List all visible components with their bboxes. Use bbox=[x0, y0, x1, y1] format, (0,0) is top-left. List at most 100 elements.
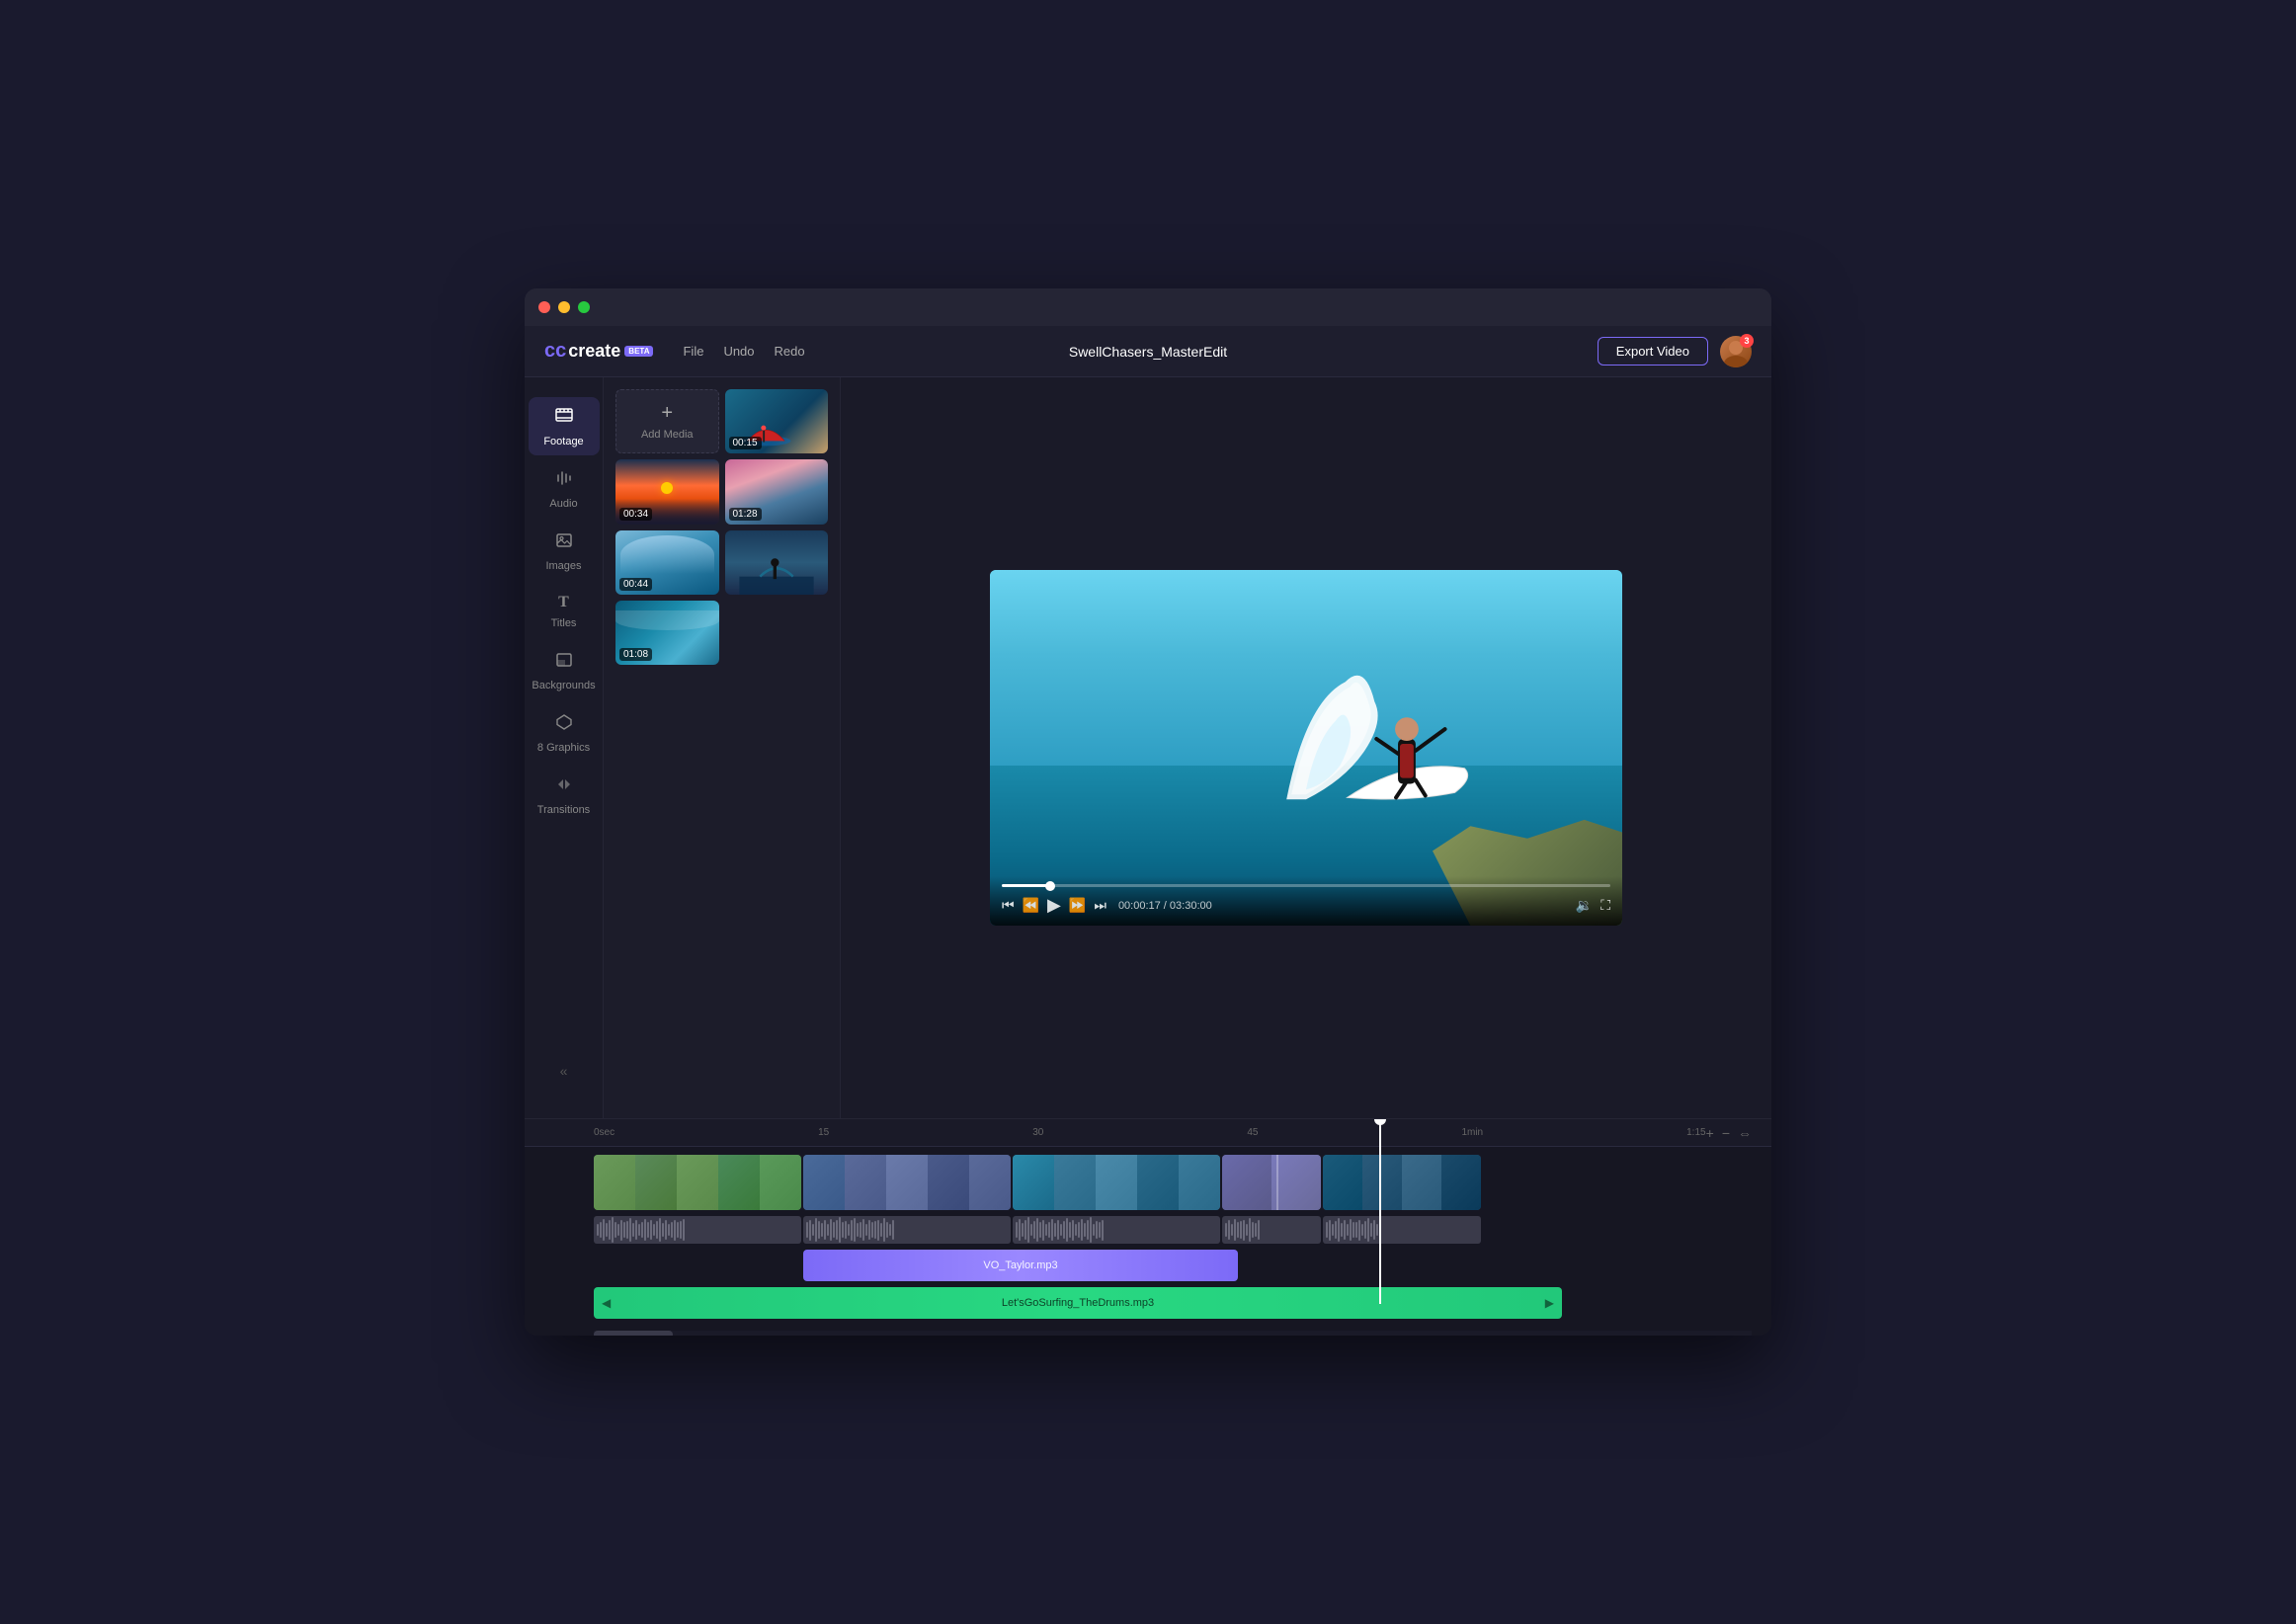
media-panel: + Add Media 00:15 bbox=[604, 377, 841, 1118]
sidebar-item-backgrounds[interactable]: Backgrounds bbox=[529, 643, 600, 699]
ruler-marks: 0sec 15 30 45 1min 1:15 bbox=[594, 1127, 1706, 1138]
notification-badge: 3 bbox=[1740, 334, 1754, 348]
video-clip-4[interactable] bbox=[1222, 1155, 1321, 1210]
preview-area: ⏮ ⏪ ▶ ⏩ ⏭ 00:00:17 / 03:30:00 🔉 ⛶ bbox=[841, 377, 1771, 1118]
menubar-right: Export Video 3 bbox=[1598, 336, 1752, 367]
sidebar-transitions-label: Transitions bbox=[537, 804, 590, 816]
sidebar-item-images[interactable]: Images bbox=[529, 524, 600, 580]
clip-6-time: 01:08 bbox=[619, 648, 652, 661]
waveform-3 bbox=[1013, 1216, 1220, 1244]
menu-items: File Undo Redo bbox=[683, 344, 804, 359]
media-clip-5[interactable] bbox=[725, 530, 829, 595]
minimize-button[interactable] bbox=[558, 301, 570, 313]
zoom-in-button[interactable]: + bbox=[1706, 1125, 1714, 1141]
fit-button[interactable]: ⇔ bbox=[1738, 1125, 1752, 1141]
waveform-2 bbox=[803, 1216, 1011, 1244]
clip-3-time: 01:28 bbox=[729, 508, 762, 521]
add-media-button[interactable]: + Add Media bbox=[615, 389, 719, 453]
playhead[interactable] bbox=[1379, 1119, 1381, 1304]
video-clip-2[interactable] bbox=[803, 1155, 1011, 1210]
timeline-scrollbar[interactable] bbox=[594, 1331, 1752, 1336]
ruler-45: 45 bbox=[1247, 1127, 1258, 1138]
ruler-15: 15 bbox=[818, 1127, 829, 1138]
play-button[interactable]: ▶ bbox=[1047, 895, 1061, 916]
transitions-icon bbox=[555, 775, 573, 798]
sidebar-item-transitions[interactable]: Transitions bbox=[529, 768, 600, 824]
app-window: cc create BETA File Undo Redo SwellChase… bbox=[525, 288, 1771, 1336]
sidebar-titles-label: Titles bbox=[551, 617, 577, 629]
playhead-dot bbox=[1374, 1118, 1386, 1125]
main-content: Footage Audio bbox=[525, 377, 1771, 1118]
fullscreen-button[interactable]: ⛶ bbox=[1600, 897, 1610, 914]
media-clip-2[interactable]: 00:34 bbox=[615, 459, 719, 524]
logo-cc: cc bbox=[544, 340, 566, 363]
menu-redo[interactable]: Redo bbox=[775, 344, 805, 359]
backgrounds-icon bbox=[555, 651, 573, 674]
logo-beta-badge: BETA bbox=[624, 346, 653, 357]
music-track-label: Let'sGoSurfing_TheDrums.mp3 bbox=[1002, 1297, 1154, 1309]
media-clip-4[interactable]: 00:44 bbox=[615, 530, 719, 595]
music-track-row: ◀ Let'sGoSurfing_TheDrums.mp3 ▶ bbox=[594, 1287, 1752, 1319]
progress-bar[interactable] bbox=[1002, 884, 1610, 887]
sidebar-item-footage[interactable]: Footage bbox=[529, 397, 600, 455]
rewind-button[interactable]: ⏪ bbox=[1023, 897, 1039, 914]
fast-forward-button[interactable]: ⏩ bbox=[1069, 897, 1086, 914]
scrollbar-thumb[interactable] bbox=[594, 1331, 673, 1336]
media-clip-6[interactable]: 01:08 bbox=[615, 601, 719, 665]
timeline-ruler: 0sec 15 30 45 1min 1:15 + − ⇔ bbox=[525, 1119, 1771, 1147]
zoom-out-button[interactable]: − bbox=[1722, 1125, 1730, 1141]
skip-forward-button[interactable]: ⏭ bbox=[1094, 897, 1107, 914]
music-track[interactable]: ◀ Let'sGoSurfing_TheDrums.mp3 ▶ bbox=[594, 1287, 1562, 1319]
images-icon bbox=[555, 531, 573, 554]
waveform-bars-4 bbox=[1222, 1216, 1321, 1244]
ruler-0sec: 0sec bbox=[594, 1127, 615, 1138]
sidebar-images-label: Images bbox=[545, 560, 581, 572]
close-button[interactable] bbox=[538, 301, 550, 313]
audio-icon bbox=[555, 469, 573, 492]
music-left-arrow: ◀ bbox=[602, 1296, 611, 1310]
video-player: ⏮ ⏪ ▶ ⏩ ⏭ 00:00:17 / 03:30:00 🔉 ⛶ bbox=[990, 570, 1622, 926]
video-clip-1[interactable] bbox=[594, 1155, 801, 1210]
waveform-bars-5 bbox=[1323, 1216, 1481, 1244]
sidebar-item-titles[interactable]: T Titles bbox=[529, 586, 600, 637]
media-grid: + Add Media 00:15 bbox=[615, 389, 828, 665]
sidebar-item-graphics[interactable]: 8 Graphics bbox=[529, 705, 600, 762]
sidebar-item-audio[interactable]: Audio bbox=[529, 461, 600, 518]
media-clip-3[interactable]: 01:28 bbox=[725, 459, 829, 524]
video-clip-3[interactable] bbox=[1013, 1155, 1220, 1210]
timeline-area: 0sec 15 30 45 1min 1:15 + − ⇔ bbox=[525, 1118, 1771, 1336]
vo-track[interactable]: VO_Taylor.mp3 bbox=[803, 1250, 1238, 1281]
volume-button[interactable]: 🔉 bbox=[1576, 897, 1593, 914]
waveform-5 bbox=[1323, 1216, 1481, 1244]
menu-file[interactable]: File bbox=[683, 344, 703, 359]
footage-icon bbox=[554, 405, 574, 430]
sidebar-footage-label: Footage bbox=[543, 436, 583, 447]
sidebar: Footage Audio bbox=[525, 377, 604, 1118]
collapse-icon[interactable]: « bbox=[560, 1063, 568, 1079]
project-title: SwellChasers_MasterEdit bbox=[1069, 344, 1227, 360]
video-controls: ⏮ ⏪ ▶ ⏩ ⏭ 00:00:17 / 03:30:00 🔉 ⛶ bbox=[990, 876, 1622, 926]
logo-text: create bbox=[568, 341, 620, 362]
clip-1-time: 00:15 bbox=[729, 437, 762, 449]
music-right-arrow: ▶ bbox=[1545, 1296, 1554, 1310]
clip-2-time: 00:34 bbox=[619, 508, 652, 521]
waveform-1 bbox=[594, 1216, 801, 1244]
video-clip-5[interactable] bbox=[1323, 1155, 1481, 1210]
waveform-bars-3 bbox=[1013, 1216, 1220, 1244]
media-clip-1[interactable]: 00:15 bbox=[725, 389, 829, 453]
menubar: cc create BETA File Undo Redo SwellChase… bbox=[525, 326, 1771, 377]
menu-undo[interactable]: Undo bbox=[723, 344, 754, 359]
progress-handle[interactable] bbox=[1045, 881, 1055, 891]
sidebar-graphics-label: 8 Graphics bbox=[537, 742, 590, 754]
sidebar-backgrounds-label: Backgrounds bbox=[532, 680, 595, 691]
titles-icon: T bbox=[558, 594, 569, 611]
video-frame bbox=[990, 570, 1622, 926]
skip-back-button[interactable]: ⏮ bbox=[1002, 897, 1015, 914]
export-video-button[interactable]: Export Video bbox=[1598, 337, 1708, 365]
ruler-1min: 1min bbox=[1461, 1127, 1483, 1138]
sidebar-collapse: « bbox=[525, 1063, 603, 1079]
add-media-label: Add Media bbox=[641, 429, 694, 441]
maximize-button[interactable] bbox=[578, 301, 590, 313]
waveform-4 bbox=[1222, 1216, 1321, 1244]
clip-4-time: 00:44 bbox=[619, 578, 652, 591]
